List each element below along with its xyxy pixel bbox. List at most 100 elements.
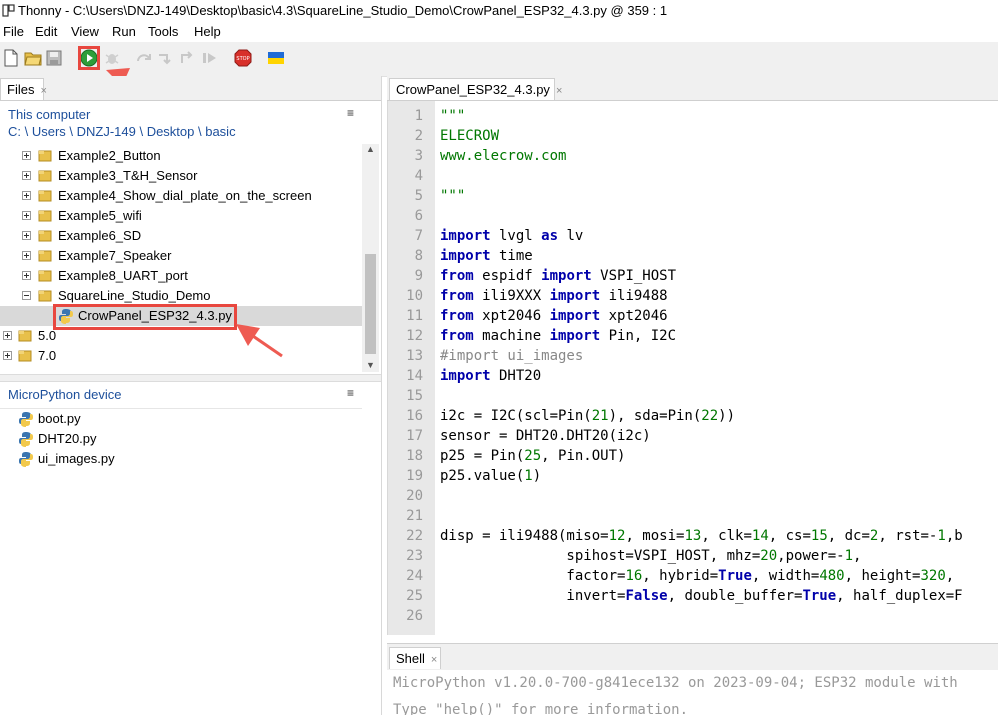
tree-item-label: 7.0 <box>38 348 57 363</box>
keyword: import <box>440 368 491 384</box>
python-file-icon <box>19 432 33 447</box>
code-token: ), sda=Pin( <box>608 408 702 424</box>
folder-icon <box>38 250 52 262</box>
stop-icon[interactable]: STOP <box>234 49 252 67</box>
number-literal: 21 <box>591 408 609 424</box>
expand-icon[interactable] <box>22 151 31 160</box>
tree-item-label: 5.0 <box>38 328 57 343</box>
line-number: 18 <box>406 448 423 464</box>
device-file-label: DHT20.py <box>38 431 97 446</box>
expand-icon[interactable] <box>3 351 12 360</box>
tree-folder-example8[interactable]: Example8_UART_port <box>0 266 362 286</box>
tree-folder-example7[interactable]: Example7_Speaker <box>0 246 362 266</box>
scrollbar-thumb[interactable] <box>365 254 376 354</box>
scroll-down-icon[interactable]: ▼ <box>366 360 375 370</box>
new-file-icon[interactable] <box>3 49 21 67</box>
line-number: 13 <box>406 348 423 364</box>
folder-icon <box>38 170 52 182</box>
code-token: xpt2046 <box>473 308 550 324</box>
panel-menu-icon[interactable]: ≡ <box>347 106 354 120</box>
tree-folder-example2[interactable]: Example2_Button <box>0 146 362 166</box>
keyword: import <box>549 288 601 304</box>
tree-folder-example5[interactable]: Example5_wifi <box>0 206 362 226</box>
folder-icon <box>38 230 52 242</box>
line-number: 20 <box>406 488 423 504</box>
tree-item-label: Example7_Speaker <box>58 248 172 263</box>
resume-icon[interactable] <box>201 49 219 67</box>
tree-folder-example4[interactable]: Example4_Show_dial_plate_on_the_screen <box>0 186 362 206</box>
save-icon[interactable] <box>46 49 64 67</box>
code-editor[interactable]: 1 2 3 4 5 6 7 8 9 10 11 12 13 14 15 16 1… <box>387 101 998 635</box>
code-token: , width= <box>751 568 820 584</box>
number-literal: 1 <box>524 468 533 484</box>
number-literal: 1 <box>937 528 946 544</box>
code-token: p25 = Pin( <box>440 448 525 464</box>
code-line-13: #import ui_images <box>440 348 583 364</box>
shell-output-line: MicroPython v1.20.0-700-g841ece132 on 20… <box>393 675 958 691</box>
line-number: 2 <box>414 128 423 144</box>
code-token: disp = ili9488(miso= <box>440 528 609 544</box>
device-menu-icon[interactable]: ≡ <box>347 386 354 400</box>
line-number: 8 <box>414 248 423 264</box>
number-literal: 15 <box>810 528 828 544</box>
breadcrumb[interactable]: C: \ Users \ DNZJ-149 \ Desktop \ basic <box>8 124 236 139</box>
tree-folder-example6[interactable]: Example6_SD <box>0 226 362 246</box>
folder-icon <box>38 210 52 222</box>
tree-item-label: Example5_wifi <box>58 208 142 223</box>
line-number: 7 <box>414 228 423 244</box>
number-literal: 480 <box>819 568 845 584</box>
code-line-9: from espidf import VSPI_HOST <box>440 268 676 284</box>
expand-icon[interactable] <box>22 251 31 260</box>
expand-icon[interactable] <box>22 231 31 240</box>
expand-icon[interactable] <box>22 211 31 220</box>
micropython-device-title: MicroPython device <box>8 387 122 402</box>
menu-help[interactable]: Help <box>194 24 221 39</box>
tab-shell[interactable]: Shell × <box>389 647 441 669</box>
code-line-19: p25.value(1) <box>440 468 541 484</box>
menu-edit[interactable]: Edit <box>35 24 57 39</box>
code-line-2: ELECROW <box>440 128 499 144</box>
device-file-boot[interactable]: boot.py <box>0 409 362 429</box>
ukraine-flag-icon[interactable] <box>267 49 285 67</box>
device-file-ui-images[interactable]: ui_images.py <box>0 449 362 469</box>
menu-file[interactable]: File <box>3 24 24 39</box>
code-token: , clk= <box>701 528 752 544</box>
tab-files[interactable]: Files × <box>0 78 47 100</box>
menu-run[interactable]: Run <box>112 24 136 39</box>
open-file-icon[interactable] <box>24 49 42 67</box>
scroll-up-icon[interactable]: ▲ <box>366 144 375 154</box>
expand-icon[interactable] <box>22 171 31 180</box>
code-token: DHT20 <box>490 368 542 384</box>
shell-console[interactable]: MicroPython v1.20.0-700-g841ece132 on 20… <box>387 670 998 715</box>
code-line-17: sensor = DHT20.DHT20(i2c) <box>440 428 651 444</box>
keyword: as <box>541 228 559 244</box>
code-line-10: from ili9XXX import ili9488 <box>440 288 668 304</box>
expand-icon[interactable] <box>3 331 12 340</box>
code-token: spihost=VSPI_HOST, mhz= <box>440 548 761 564</box>
number-literal: 12 <box>608 528 626 544</box>
menu-view[interactable]: View <box>71 24 99 39</box>
device-file-dht20[interactable]: DHT20.py <box>0 429 362 449</box>
collapse-icon[interactable] <box>22 291 31 300</box>
run-button-highlight <box>78 46 100 70</box>
tree-folder-squareline[interactable]: SquareLine_Studio_Demo <box>0 286 362 306</box>
tree-scrollbar[interactable]: ▲ ▼ <box>362 144 379 372</box>
expand-icon[interactable] <box>22 271 31 280</box>
keyword: import <box>549 308 601 324</box>
code-token: , rst=- <box>878 528 938 544</box>
menu-tools[interactable]: Tools <box>148 24 178 39</box>
tab-editor-file[interactable]: CrowPanel_ESP32_4.3.py × <box>389 78 562 100</box>
pane-divider[interactable] <box>0 374 381 382</box>
expand-icon[interactable] <box>22 191 31 200</box>
tab-close-icon[interactable]: × <box>556 85 562 97</box>
code-token: , double_buffer= <box>667 588 803 604</box>
tab-close-icon[interactable]: × <box>431 654 437 666</box>
tree-folder-7-0[interactable]: 7.0 <box>0 346 362 366</box>
code-line-11: from xpt2046 import xpt2046 <box>440 308 668 324</box>
code-token: lvgl <box>490 228 542 244</box>
tab-close-icon[interactable]: × <box>40 85 46 97</box>
code-token: i2c = I2C(scl=Pin( <box>440 408 592 424</box>
tree-folder-example3[interactable]: Example3_T&H_Sensor <box>0 166 362 186</box>
code-line-1: """ <box>440 108 465 124</box>
line-number: 24 <box>406 568 423 584</box>
